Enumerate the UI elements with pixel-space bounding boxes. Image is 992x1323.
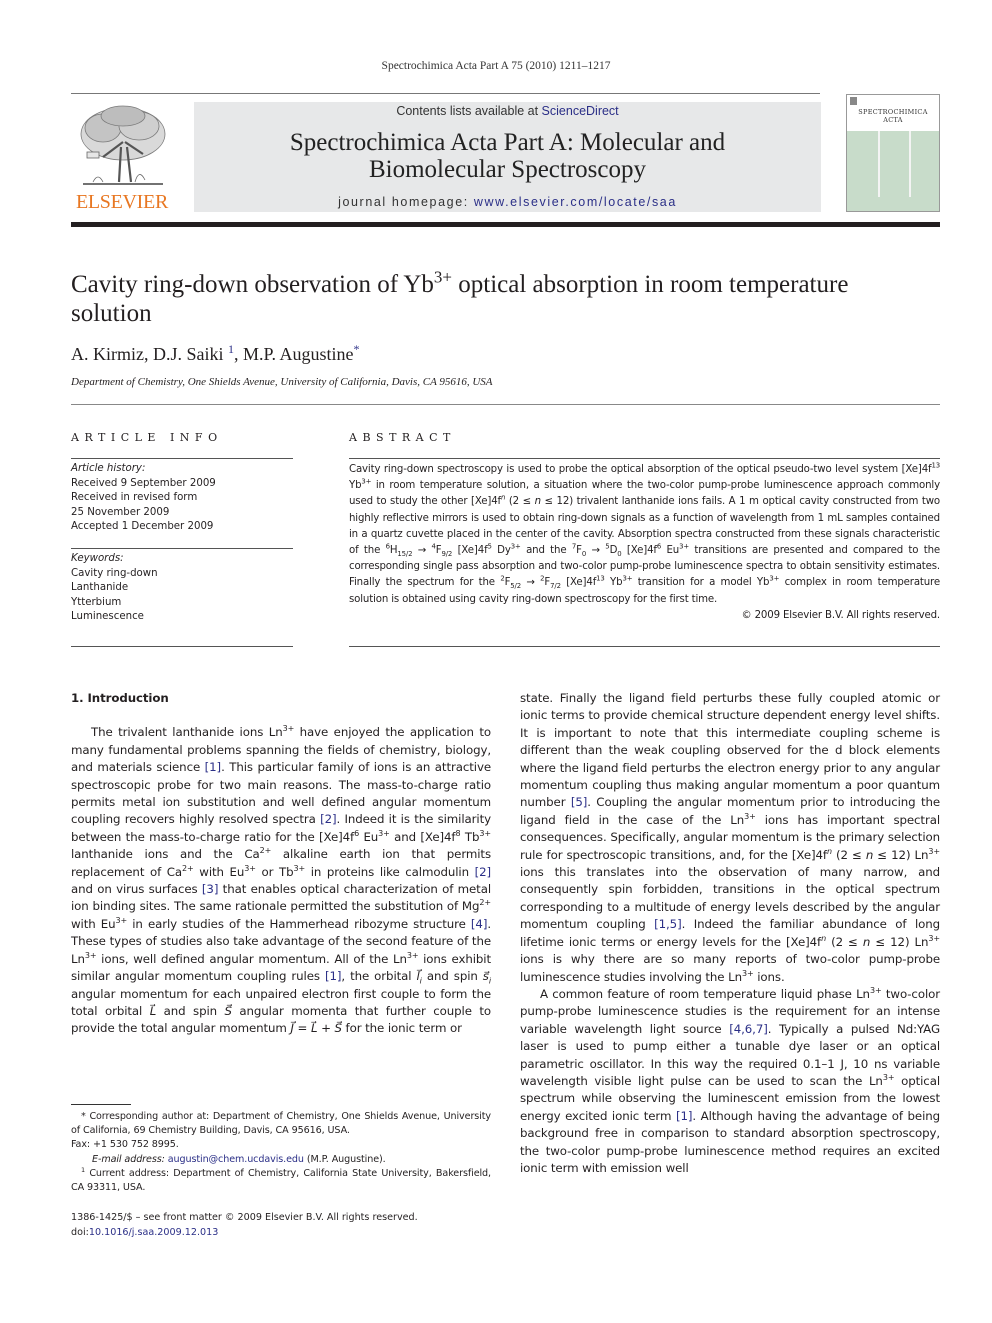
front-matter: 1386-1425/$ – see front matter © 2009 El… (71, 1211, 491, 1240)
doi-line: doi:10.1016/j.saa.2009.12.013 (71, 1226, 219, 1238)
author-footnote-mark[interactable]: 1 (228, 342, 234, 356)
history-item: 25 November 2009 (71, 506, 170, 518)
reference-link[interactable]: [5] (571, 795, 588, 809)
email-link[interactable]: augustin@chem.ucdavis.edu (168, 1154, 304, 1165)
journal-masthead: Contents lists available at ScienceDirec… (194, 102, 821, 212)
keyword-item: Luminescence (71, 611, 144, 622)
masthead-divider (71, 222, 940, 227)
journal-homepage-link[interactable]: www.elsevier.com/locate/saa (474, 195, 677, 209)
footnotes: * Corresponding author at: Department of… (71, 1110, 491, 1195)
sciencedirect-link[interactable]: ScienceDirect (542, 104, 619, 118)
reference-link[interactable]: [4] (471, 917, 488, 931)
abstract-heading: ABSTRACT (349, 431, 456, 444)
cover-title: SPECTROCHIMICA ACTA (858, 108, 928, 124)
corresponding-author-mark[interactable]: * (354, 342, 360, 356)
journal-cover-thumbnail[interactable]: SPECTROCHIMICA ACTA (846, 94, 940, 212)
journal-homepage-line: journal homepage: www.elsevier.com/locat… (338, 195, 677, 209)
history-item: Accepted 1 December 2009 (71, 521, 214, 532)
journal-title: Spectrochimica Acta Part A: Molecular an… (289, 129, 726, 183)
keyword-item: Lanthanide (71, 582, 129, 593)
affiliation: Department of Chemistry, One Shields Ave… (71, 376, 493, 388)
author-list: A. Kirmiz, D.J. Saiki 1, M.P. Augustine* (71, 342, 360, 364)
abstract-text: Cavity ring-down spectroscopy is used to… (349, 462, 940, 624)
keyword-item: Cavity ring-down (71, 567, 158, 579)
reference-link[interactable]: [4,6,7] (729, 1022, 768, 1036)
author-name[interactable]: A. Kirmiz (71, 344, 144, 364)
header-divider (71, 93, 820, 94)
reference-link[interactable]: [3] (202, 882, 219, 896)
elsevier-logo[interactable]: ELSEVIER (71, 100, 173, 212)
cover-logo-icon (850, 97, 857, 105)
footnote-divider (71, 1104, 131, 1105)
body-column-left: 1. Introduction The trivalent lanthanide… (71, 690, 491, 1038)
intro-paragraph-1-continued: state. Finally the ligand field perturbs… (520, 691, 941, 984)
article-info-heading: ARTICLE INFO (71, 431, 223, 444)
corresponding-author-footnote: * Corresponding author at: Department of… (71, 1111, 491, 1137)
keywords: Keywords: Cavity ring-down Lanthanide Yt… (71, 552, 293, 625)
elsevier-tree-icon (80, 105, 166, 185)
doi-link[interactable]: 10.1016/j.saa.2009.12.013 (89, 1227, 218, 1238)
body-column-right: state. Finally the ligand field perturbs… (520, 690, 940, 1177)
journal-citation: Spectrochimica Acta Part A 75 (2010) 121… (381, 60, 611, 72)
elsevier-wordmark: ELSEVIER (75, 191, 169, 213)
article-history: Article history: Received 9 September 20… (71, 462, 293, 535)
reference-link[interactable]: [1] (205, 760, 222, 774)
reference-link[interactable]: [2] (475, 865, 492, 879)
reference-link[interactable]: [1] (325, 969, 342, 983)
title-divider (71, 404, 940, 405)
reference-link[interactable]: [1] (676, 1109, 693, 1123)
reference-link[interactable]: [1,5] (654, 917, 682, 931)
intro-paragraph-1: The trivalent lanthanide ions Ln3+ have … (71, 724, 492, 1036)
contents-available-line: Contents lists available at ScienceDirec… (396, 104, 619, 118)
history-item: Received 9 September 2009 (71, 477, 216, 489)
keyword-item: Ytterbium (71, 596, 122, 608)
email-footnote: E-mail address: augustin@chem.ucdavis.ed… (92, 1153, 386, 1165)
author-name[interactable]: D.J. Saiki (153, 344, 224, 364)
current-address-footnote: 1 Current address: Department of Chemist… (71, 1165, 491, 1194)
fax-footnote: Fax: +1 530 752 8995. (71, 1139, 179, 1151)
intro-paragraph-2: A common feature of room temperature liq… (520, 985, 941, 1175)
article-title: Cavity ring-down observation of Yb3+ opt… (71, 267, 849, 327)
author-name[interactable]: M.P. Augustine (243, 344, 354, 364)
history-item: Received in revised form (71, 492, 198, 503)
section-heading-introduction: 1. Introduction (71, 691, 169, 705)
abstract-copyright: © 2009 Elsevier B.V. All rights reserved… (741, 609, 940, 621)
reference-link[interactable]: [2] (320, 812, 337, 826)
